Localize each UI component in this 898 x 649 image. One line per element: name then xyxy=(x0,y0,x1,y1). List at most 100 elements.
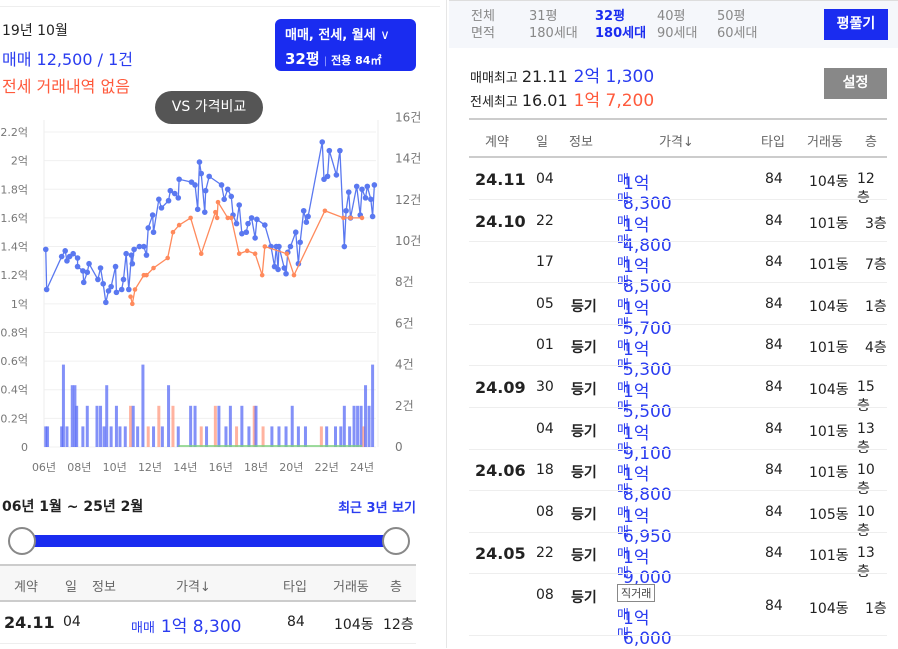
area-tab[interactable]: 40평 90세대 xyxy=(657,8,697,42)
col-floor[interactable]: 층 xyxy=(865,131,877,150)
volume-bar xyxy=(213,405,217,447)
y-tick-label-left: 0.8억 xyxy=(0,326,28,339)
sale-point xyxy=(113,289,120,296)
volume-bar xyxy=(85,405,89,447)
volume-bar xyxy=(339,426,343,447)
table-row[interactable]: 24.05 22 등기 매매 1억 9,000 84 101동 13층 xyxy=(469,532,887,588)
col-type[interactable]: 타입 xyxy=(283,576,307,595)
type: 84 xyxy=(765,254,783,271)
dong: 101동 xyxy=(809,215,849,232)
col-floor[interactable]: 층 xyxy=(390,576,402,595)
area-households: 60세대 xyxy=(717,26,758,41)
sale-point xyxy=(123,250,129,257)
area-tab[interactable]: 전체 면적 xyxy=(471,8,495,42)
table-row[interactable]: 04 등기 매매 1억 9,100 84 101동 13층 xyxy=(469,408,887,464)
col-price[interactable]: 가격↓ xyxy=(176,576,211,595)
col-day[interactable]: 일 xyxy=(536,131,548,150)
jeonse-summary: 전세 거래내역 없음 xyxy=(2,77,130,96)
table-row[interactable]: 24.10 22 매매 1억 4,800 84 101동 3층 xyxy=(469,200,887,256)
registered-badge: 등기 xyxy=(571,423,597,440)
settings-button[interactable]: 설정 xyxy=(824,68,887,99)
col-contract[interactable]: 계약 xyxy=(14,576,38,595)
sale-point xyxy=(236,202,243,208)
sale-point xyxy=(359,186,365,193)
contract-day: 22 xyxy=(536,212,554,229)
volume-bar xyxy=(152,426,156,447)
x-tick-label: 22년 xyxy=(315,461,339,474)
col-type[interactable]: 타입 xyxy=(761,131,785,150)
y-tick-label-left: 1.2억 xyxy=(0,269,28,282)
volume-bar xyxy=(303,426,307,447)
contract-day: 08 xyxy=(536,503,554,520)
sale-point xyxy=(103,299,109,306)
y-tick-label-left: 0.2억 xyxy=(0,412,28,425)
x-tick-label: 06년 xyxy=(32,461,56,474)
jeonse-point xyxy=(213,209,218,215)
table-row[interactable]: 08 등기 직거래 매매 1억 6,000 84 104동 1층 xyxy=(469,574,887,649)
price-chart[interactable]: 0 0.2억 0.4억 0.6억 0.8억 1억 1.2억 1.4억 1.6억 1.8억 2억 2.2… xyxy=(0,110,420,480)
col-info[interactable]: 정보 xyxy=(92,576,116,595)
slider-end-handle[interactable] xyxy=(382,527,410,555)
dong: 101동 xyxy=(809,257,849,274)
sale-point xyxy=(42,246,49,253)
col-dong[interactable]: 거래동 xyxy=(807,131,843,150)
sale-point xyxy=(228,193,235,200)
contract-month: 24.10 xyxy=(475,211,526,231)
volume-bar xyxy=(359,405,363,447)
col-contract[interactable]: 계약 xyxy=(485,131,509,150)
volume-bar xyxy=(123,426,127,447)
registered-badge: 등기 xyxy=(571,382,597,398)
table-row[interactable]: 01 등기 매매 1억 5,300 84 101동 4층 xyxy=(469,324,887,380)
area-tab[interactable]: 31평 180세대 xyxy=(529,8,578,42)
dong: 104동 xyxy=(809,382,849,398)
type: 84 xyxy=(765,598,783,614)
table-row[interactable]: 05 등기 매매 1억 5,700 84 104동 1층 xyxy=(469,283,887,339)
recent-3-years-link[interactable]: 최근 3년 보기 xyxy=(338,497,416,516)
y-tick-label-right: 4건 xyxy=(395,358,414,372)
col-info[interactable]: 정보 xyxy=(569,131,593,150)
x-tick-label: 10년 xyxy=(103,461,127,474)
divider xyxy=(0,6,440,7)
y-tick-label-right: 0 xyxy=(395,440,403,454)
col-price[interactable]: 가격↓ xyxy=(659,131,694,150)
table-row[interactable]: 08 등기 매매 1억 6,950 84 105동 10층 xyxy=(469,491,887,547)
sale-point xyxy=(198,170,205,177)
volume-bar xyxy=(296,426,300,447)
sale-point xyxy=(371,182,378,188)
volume-bar xyxy=(109,426,113,447)
sale-point xyxy=(303,219,310,226)
sale-point xyxy=(305,213,311,220)
contract-day: 30 xyxy=(536,379,554,395)
row-divider xyxy=(469,635,887,636)
trade-type-filter-button[interactable]: 매매, 전세, 월세 ∨ 32평 | 전용 84㎡ xyxy=(275,19,416,71)
sale-point xyxy=(248,215,255,221)
col-dong[interactable]: 거래동 xyxy=(333,576,369,595)
table-row[interactable]: 24.11 04 매매 1억 8,300 84 104동 12층 xyxy=(469,158,887,214)
area-households: 90세대 xyxy=(657,26,698,41)
sale-point xyxy=(287,243,294,250)
table-row[interactable]: 17 매매 1억 8,500 84 101동 7층 xyxy=(469,241,887,297)
dong: 104동 xyxy=(334,617,374,633)
table-row[interactable]: 24.11 04 매매 1억 8,300 84 104동 12층 xyxy=(0,604,416,644)
area-tab[interactable]: 50평 60세대 xyxy=(717,8,757,42)
area-tab[interactable]: 32평 180세대 xyxy=(595,8,646,42)
volume-bar xyxy=(325,426,329,447)
dong: 101동 xyxy=(809,465,849,482)
price: 1억 6,000 xyxy=(623,609,672,649)
slider-start-handle[interactable] xyxy=(8,527,36,555)
jeonse-max: 전세최고 16.01 1억 7,200 xyxy=(470,86,654,111)
col-day[interactable]: 일 xyxy=(65,576,77,595)
jeonse-point xyxy=(252,251,258,257)
pyeong-toggle-button[interactable]: 평풀기 xyxy=(824,9,888,40)
table-row[interactable]: 24.06 18 등기 매매 1억 8,800 84 101동 10층 xyxy=(469,449,887,505)
sale-point xyxy=(165,197,172,204)
registered-badge: 등기 xyxy=(571,465,597,482)
sale-point xyxy=(368,196,374,203)
jeonse-point xyxy=(348,215,353,221)
trade-list-panel: 전체 면적 31평 180세대 32평 180세대 40평 90세대 50평 60세대 평풀기 매… xyxy=(449,0,898,649)
date-range-slider[interactable] xyxy=(8,527,410,555)
contract-day: 04 xyxy=(63,614,81,630)
slider-track[interactable] xyxy=(20,535,398,547)
sale-point xyxy=(108,283,114,290)
table-row[interactable]: 24.09 30 등기 매매 1억 5,500 84 104동 15층 xyxy=(469,366,887,422)
